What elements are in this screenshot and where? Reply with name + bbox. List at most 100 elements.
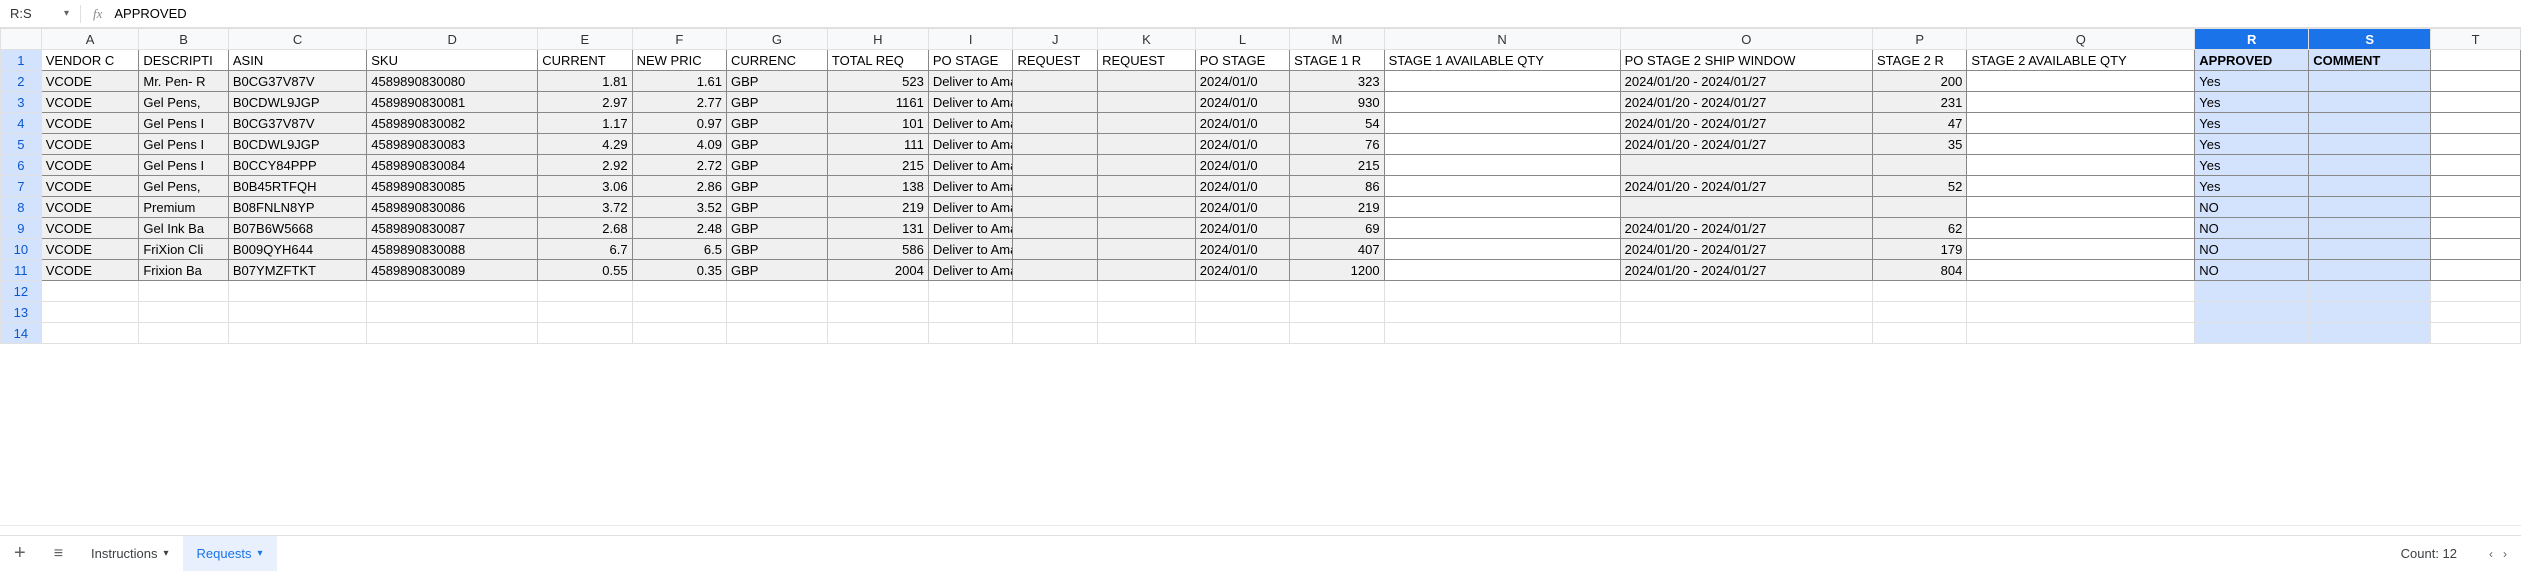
cell-M8[interactable]: 219	[1290, 197, 1384, 218]
cell-E11[interactable]: 0.55	[538, 260, 632, 281]
cell-P11[interactable]: 804	[1872, 260, 1966, 281]
cell-O3[interactable]: 2024/01/20 - 2024/01/27	[1620, 92, 1872, 113]
cell-D2[interactable]: 4589890830080	[367, 71, 538, 92]
cell-M7[interactable]: 86	[1290, 176, 1384, 197]
cell-Q14[interactable]	[1967, 323, 2195, 344]
cell-S8[interactable]	[2309, 197, 2431, 218]
cell-A7[interactable]: VCODE	[41, 176, 139, 197]
cell-S3[interactable]	[2309, 92, 2431, 113]
cell-L4[interactable]: 2024/01/0	[1195, 113, 1289, 134]
cell-G9[interactable]: GBP	[727, 218, 828, 239]
cell-G5[interactable]: GBP	[727, 134, 828, 155]
cell-H10[interactable]: 586	[827, 239, 928, 260]
cell-D9[interactable]: 4589890830087	[367, 218, 538, 239]
cell-E12[interactable]	[538, 281, 632, 302]
cell-Q5[interactable]	[1967, 134, 2195, 155]
cell-S12[interactable]	[2309, 281, 2431, 302]
cell-D4[interactable]: 4589890830082	[367, 113, 538, 134]
cell-C6[interactable]: B0CCY84PPP	[228, 155, 366, 176]
row-header-10[interactable]: 10	[1, 239, 42, 260]
cell-J11[interactable]	[1013, 260, 1098, 281]
col-header-O[interactable]: O	[1620, 29, 1872, 50]
cell-I2[interactable]: Deliver to Amazon (Prepaid)	[928, 71, 1013, 92]
header-cell[interactable]: CURRENC	[727, 50, 828, 71]
col-header-S[interactable]: S	[2309, 29, 2431, 50]
cell-S5[interactable]	[2309, 134, 2431, 155]
row-header-3[interactable]: 3	[1, 92, 42, 113]
col-header-E[interactable]: E	[538, 29, 632, 50]
cell-H8[interactable]: 219	[827, 197, 928, 218]
col-header-C[interactable]: C	[228, 29, 366, 50]
cell-B4[interactable]: Gel Pens I	[139, 113, 229, 134]
cell-L9[interactable]: 2024/01/0	[1195, 218, 1289, 239]
header-cell[interactable]: NEW PRIC	[632, 50, 726, 71]
cell-R10[interactable]: NO	[2195, 239, 2309, 260]
cell-I11[interactable]: Deliver to Amazon (Prepaid)	[928, 260, 1013, 281]
cell-T10[interactable]	[2431, 239, 2521, 260]
name-box[interactable]: R:S	[4, 6, 64, 21]
cell-B9[interactable]: Gel Ink Ba	[139, 218, 229, 239]
cell-G7[interactable]: GBP	[727, 176, 828, 197]
header-cell[interactable]: STAGE 1 R	[1290, 50, 1384, 71]
row-header-13[interactable]: 13	[1, 302, 42, 323]
cell-F5[interactable]: 4.09	[632, 134, 726, 155]
cell-F13[interactable]	[632, 302, 726, 323]
cell-A10[interactable]: VCODE	[41, 239, 139, 260]
cell-Q10[interactable]	[1967, 239, 2195, 260]
header-cell[interactable]: REQUEST	[1098, 50, 1196, 71]
cell-F8[interactable]: 3.52	[632, 197, 726, 218]
cell-T9[interactable]	[2431, 218, 2521, 239]
col-header-L[interactable]: L	[1195, 29, 1289, 50]
cell-O11[interactable]: 2024/01/20 - 2024/01/27	[1620, 260, 1872, 281]
cell-O5[interactable]: 2024/01/20 - 2024/01/27	[1620, 134, 1872, 155]
cell-I5[interactable]: Deliver to Amazon (Prepaid)	[928, 134, 1013, 155]
cell-O2[interactable]: 2024/01/20 - 2024/01/27	[1620, 71, 1872, 92]
cell-E13[interactable]	[538, 302, 632, 323]
cell-G4[interactable]: GBP	[727, 113, 828, 134]
cell-C4[interactable]: B0CG37V87V	[228, 113, 366, 134]
cell-K11[interactable]	[1098, 260, 1196, 281]
header-cell[interactable]: DESCRIPTI	[139, 50, 229, 71]
cell-Q4[interactable]	[1967, 113, 2195, 134]
col-header-M[interactable]: M	[1290, 29, 1384, 50]
cell-S4[interactable]	[2309, 113, 2431, 134]
cell-G10[interactable]: GBP	[727, 239, 828, 260]
cell-E4[interactable]: 1.17	[538, 113, 632, 134]
header-cell[interactable]: SKU	[367, 50, 538, 71]
cell-R7[interactable]: Yes	[2195, 176, 2309, 197]
cell-N7[interactable]	[1384, 176, 1620, 197]
cell-N9[interactable]	[1384, 218, 1620, 239]
cell-D14[interactable]	[367, 323, 538, 344]
cell-Q13[interactable]	[1967, 302, 2195, 323]
row-header-7[interactable]: 7	[1, 176, 42, 197]
cell-J9[interactable]	[1013, 218, 1098, 239]
cell-A14[interactable]	[41, 323, 139, 344]
cell-E14[interactable]	[538, 323, 632, 344]
cell-H13[interactable]	[827, 302, 928, 323]
col-header-A[interactable]: A	[41, 29, 139, 50]
header-cell[interactable]: PO STAGE	[1195, 50, 1289, 71]
row-header-4[interactable]: 4	[1, 113, 42, 134]
col-header-I[interactable]: I	[928, 29, 1013, 50]
header-cell[interactable]: REQUEST	[1013, 50, 1098, 71]
cell-T6[interactable]	[2431, 155, 2521, 176]
cell-F14[interactable]	[632, 323, 726, 344]
cell-L14[interactable]	[1195, 323, 1289, 344]
cell-B8[interactable]: Premium	[139, 197, 229, 218]
cell-A3[interactable]: VCODE	[41, 92, 139, 113]
all-sheets-button[interactable]: ≡	[40, 536, 77, 571]
cell-J4[interactable]	[1013, 113, 1098, 134]
cell-C11[interactable]: B07YMZFTKT	[228, 260, 366, 281]
cell-B10[interactable]: FriXion Cli	[139, 239, 229, 260]
row-header-2[interactable]: 2	[1, 71, 42, 92]
cell-J2[interactable]	[1013, 71, 1098, 92]
cell-A5[interactable]: VCODE	[41, 134, 139, 155]
cell-Q11[interactable]	[1967, 260, 2195, 281]
cell-T13[interactable]	[2431, 302, 2521, 323]
cell-J6[interactable]	[1013, 155, 1098, 176]
cell-O12[interactable]	[1620, 281, 1872, 302]
cell-S9[interactable]	[2309, 218, 2431, 239]
cell-A12[interactable]	[41, 281, 139, 302]
cell-R5[interactable]: Yes	[2195, 134, 2309, 155]
cell-T11[interactable]	[2431, 260, 2521, 281]
